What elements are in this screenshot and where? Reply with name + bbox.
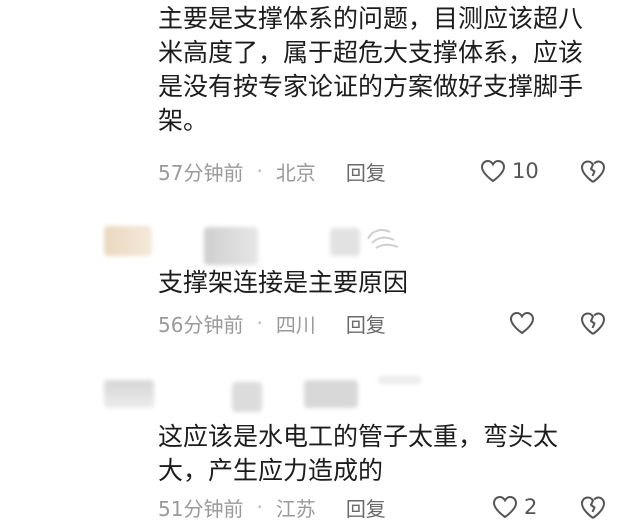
broken-heart-icon[interactable] bbox=[579, 493, 607, 521]
avatar[interactable] bbox=[104, 226, 152, 256]
separator-dot: · bbox=[256, 495, 263, 519]
heart-outline-icon bbox=[480, 159, 506, 183]
comment-time: 56分钟前 bbox=[158, 312, 244, 337]
comment-list: 主要是支撑体系的问题，目测应该超八 米高度了，属于超危大支撑体系，应该 是没有按… bbox=[0, 0, 640, 526]
comment-text-line: 这应该是水电工的管子太重，弯头太 bbox=[158, 422, 559, 451]
like-count: 10 bbox=[512, 159, 539, 183]
comment-text-line: 支撑架连接是主要原因 bbox=[158, 268, 409, 297]
comment-meta: 57分钟前 · 北京 回复 bbox=[158, 156, 386, 186]
like-button[interactable]: 2 bbox=[492, 492, 537, 522]
comment-location: 四川 bbox=[275, 312, 316, 337]
heart-outline-icon bbox=[492, 495, 518, 519]
comment-text-line: 是没有按专家论证的方案做好支撑脚手 bbox=[158, 72, 584, 101]
badge-redacted bbox=[330, 228, 360, 256]
badge-redacted bbox=[304, 380, 358, 408]
sticker-icon bbox=[367, 229, 399, 249]
comment-text-line: 大，产生应力造成的 bbox=[158, 456, 384, 485]
broken-heart-icon[interactable] bbox=[579, 309, 607, 337]
comment-text: 支撑架连接是主要原因 bbox=[158, 266, 610, 300]
broken-heart-icon[interactable] bbox=[579, 157, 607, 185]
separator-dot: · bbox=[256, 159, 263, 183]
username-redacted bbox=[204, 227, 258, 265]
comment-time: 51分钟前 bbox=[158, 496, 244, 521]
comment-text-line: 米高度了，属于超危大支撑体系，应该 bbox=[158, 38, 584, 67]
comment-text-line: 主要是支撑体系的问题，目测应该超八 bbox=[158, 4, 584, 33]
username-redacted bbox=[232, 382, 262, 412]
heart-outline-icon bbox=[509, 311, 535, 335]
reply-button[interactable]: 回复 bbox=[346, 493, 386, 522]
comment-location: 江苏 bbox=[275, 496, 316, 521]
reply-button[interactable]: 回复 bbox=[346, 157, 386, 186]
comment-time: 57分钟前 bbox=[158, 160, 244, 185]
comment-location: 北京 bbox=[275, 160, 316, 185]
comment-text-line: 架。 bbox=[158, 106, 209, 135]
comment-text: 主要是支撑体系的问题，目测应该超八 米高度了，属于超危大支撑体系，应该 是没有按… bbox=[158, 2, 610, 138]
reply-button[interactable]: 回复 bbox=[346, 309, 386, 338]
separator-dot: · bbox=[256, 311, 263, 335]
like-button[interactable]: 10 bbox=[480, 156, 539, 186]
like-button[interactable] bbox=[509, 308, 541, 338]
comment-meta: 56分钟前 · 四川 回复 bbox=[158, 308, 386, 338]
avatar[interactable] bbox=[104, 380, 154, 408]
comment-text: 这应该是水电工的管子太重，弯头太 大，产生应力造成的 bbox=[158, 420, 610, 488]
like-count: 2 bbox=[524, 495, 538, 519]
comment-meta: 51分钟前 · 江苏 回复 bbox=[158, 492, 386, 522]
badge-redacted bbox=[378, 376, 422, 384]
